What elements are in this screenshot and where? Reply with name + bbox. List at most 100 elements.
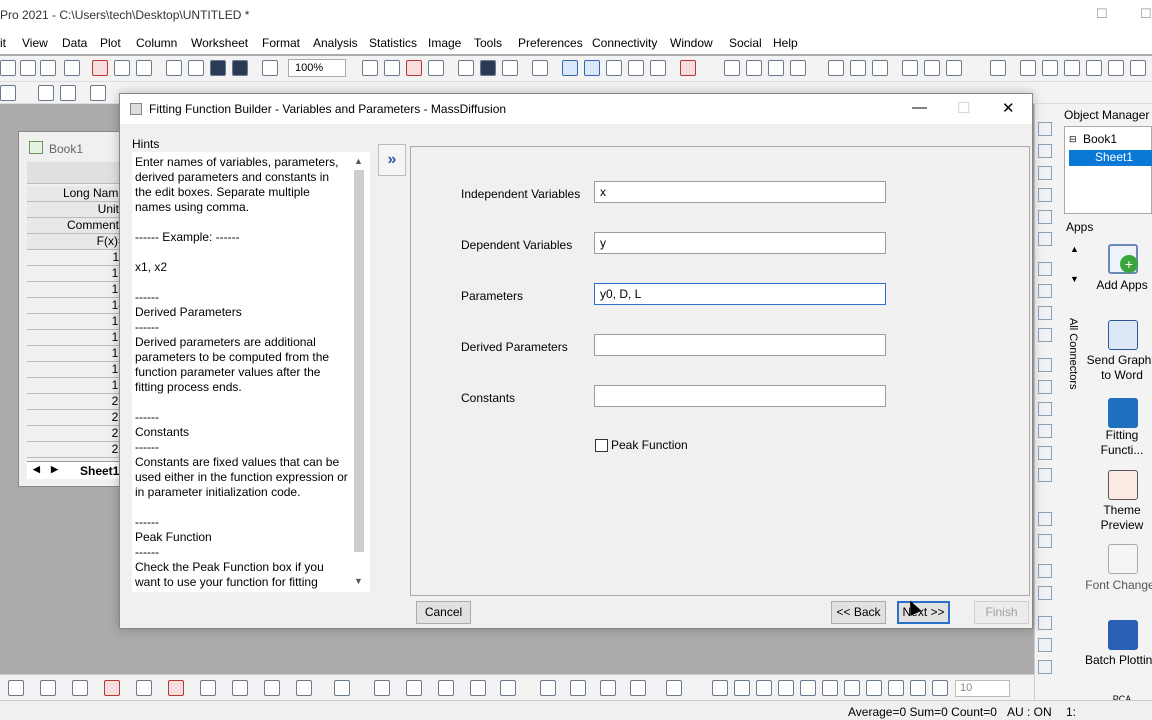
side-tool-icon[interactable]	[1038, 358, 1052, 372]
row-number[interactable]: 18	[27, 362, 131, 378]
print-icon[interactable]	[362, 60, 378, 76]
3d-scatter-icon[interactable]	[406, 680, 422, 696]
hints-scrollbar[interactable]: ▲ ▼	[350, 152, 368, 592]
open-template-icon[interactable]	[188, 60, 204, 76]
menu-edit[interactable]: it	[0, 36, 6, 50]
shape-icon[interactable]	[800, 680, 816, 696]
front-icon[interactable]	[712, 680, 728, 696]
scatter-plot-icon[interactable]	[40, 680, 56, 696]
resize-icon[interactable]	[866, 680, 882, 696]
menu-help[interactable]: Help	[773, 36, 798, 50]
batch-plotting-icon[interactable]	[1108, 620, 1138, 650]
bar-plot-icon[interactable]	[850, 60, 866, 76]
set-x-icon[interactable]	[1020, 60, 1036, 76]
polar-icon[interactable]	[232, 680, 248, 696]
sort-desc-icon[interactable]	[768, 60, 784, 76]
set-label-icon[interactable]	[1130, 60, 1146, 76]
area-chart-icon[interactable]	[136, 680, 152, 696]
template-icon[interactable]	[296, 680, 312, 696]
scroll-down-icon[interactable]: ▼	[1070, 274, 1079, 284]
collapse-icon[interactable]: ⊟	[1069, 134, 1077, 145]
side-tool-icon[interactable]	[1038, 210, 1052, 224]
row-number[interactable]: 13	[27, 282, 131, 298]
recalculate-icon[interactable]	[262, 60, 278, 76]
app-batch-plotting[interactable]: Batch Plotting	[1084, 653, 1152, 668]
row-number[interactable]: 19	[27, 378, 131, 394]
side-tool-icon[interactable]	[1038, 468, 1052, 482]
tree-node-sheet1[interactable]: Sheet1	[1069, 150, 1152, 166]
open-icon[interactable]	[166, 60, 182, 76]
object-manager-tree[interactable]: ⊟ Book1 Sheet1	[1064, 126, 1152, 214]
set-none-icon[interactable]	[1108, 60, 1124, 76]
theme-preview-icon[interactable]	[1108, 470, 1138, 500]
save-window-icon[interactable]	[232, 60, 248, 76]
independent-variables-input[interactable]	[594, 181, 886, 203]
fit-icon[interactable]	[872, 60, 888, 76]
reapply-filter-icon[interactable]	[946, 60, 962, 76]
menu-column[interactable]: Column	[136, 36, 177, 50]
side-tool-icon[interactable]	[1038, 328, 1052, 342]
stats-icon[interactable]	[790, 60, 806, 76]
scroll-up-arrow-icon[interactable]: ▲	[354, 156, 363, 166]
3d-surface-icon[interactable]	[334, 680, 350, 696]
row-number[interactable]: 12	[27, 266, 131, 282]
sum-icon[interactable]	[724, 60, 740, 76]
side-tool-icon[interactable]	[1038, 232, 1052, 246]
book1-window[interactable]: Book1 Long Name Units Comments F(x)= 11 …	[18, 131, 131, 487]
menu-format[interactable]: Format	[262, 36, 300, 50]
row-number[interactable]: 14	[27, 298, 131, 314]
dialog-maximize-button[interactable]: ☐	[957, 99, 970, 117]
dependent-variables-input[interactable]	[594, 232, 886, 254]
finish-button[interactable]: Finish	[974, 601, 1029, 624]
new-notes-icon[interactable]	[114, 60, 130, 76]
font-changer-icon[interactable]	[1108, 544, 1138, 574]
zoom-level-select[interactable]: 100%	[288, 59, 346, 77]
arrange-icon[interactable]	[666, 680, 682, 696]
command-window-icon[interactable]	[480, 60, 496, 76]
distribute-icon[interactable]	[570, 680, 586, 696]
restore-app-button[interactable]: ☐	[1140, 6, 1152, 22]
menu-social[interactable]: Social	[729, 36, 762, 50]
side-tool-icon[interactable]	[1038, 380, 1052, 394]
app-send-graphs-to-word[interactable]: Send Graphs to Word	[1084, 353, 1152, 383]
menu-connectivity[interactable]: Connectivity	[592, 36, 657, 50]
menu-window[interactable]: Window	[670, 36, 713, 50]
new-workbook-icon[interactable]	[40, 60, 56, 76]
ternary-icon[interactable]	[438, 680, 454, 696]
side-tool-icon[interactable]	[1038, 446, 1052, 460]
format-icon[interactable]	[0, 85, 16, 101]
tab-scroll-left-icon[interactable]: ◀	[33, 464, 40, 475]
results-log-icon[interactable]	[502, 60, 518, 76]
parameters-input[interactable]	[594, 283, 886, 305]
row-number[interactable]: 20	[27, 394, 131, 410]
sort-icon[interactable]	[746, 60, 762, 76]
project-explorer-icon[interactable]	[532, 60, 548, 76]
line-plot-icon[interactable]	[8, 680, 24, 696]
grid-icon[interactable]	[38, 85, 54, 101]
back-button[interactable]: << Back	[831, 601, 886, 624]
row-number[interactable]: 17	[27, 346, 131, 362]
duplicate-icon[interactable]	[428, 60, 444, 76]
fitting-function-icon[interactable]	[1108, 398, 1138, 428]
menu-view[interactable]: View	[22, 36, 48, 50]
forward-icon[interactable]	[756, 680, 772, 696]
backward-icon[interactable]	[778, 680, 794, 696]
new-layout-icon[interactable]	[136, 60, 152, 76]
scroll-thumb[interactable]	[354, 170, 364, 552]
unlock-icon[interactable]	[932, 680, 948, 696]
minimize-app-button[interactable]: ☐	[1096, 6, 1108, 22]
side-tool-icon[interactable]	[1038, 122, 1052, 136]
align-icon[interactable]	[540, 680, 556, 696]
menu-tools[interactable]: Tools	[474, 36, 502, 50]
side-tool-icon[interactable]	[1038, 284, 1052, 298]
refresh-icon[interactable]	[406, 60, 422, 76]
zoom-out-icon[interactable]	[584, 60, 600, 76]
font-size-select[interactable]: 10	[955, 680, 1010, 697]
side-tool-icon[interactable]	[1038, 166, 1052, 180]
tree-node-book1[interactable]: Book1	[1083, 132, 1117, 146]
menu-data[interactable]: Data	[62, 36, 87, 50]
save-project-icon[interactable]	[210, 60, 226, 76]
menu-analysis[interactable]: Analysis	[313, 36, 358, 50]
add-column-icon[interactable]	[680, 60, 696, 76]
flip-icon[interactable]	[844, 680, 860, 696]
